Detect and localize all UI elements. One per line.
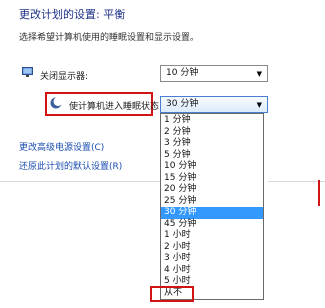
option-45-min[interactable]: 45 分钟	[161, 219, 263, 231]
chevron-down-icon: ▼	[256, 70, 262, 78]
display-off-value: 10 分钟	[166, 68, 199, 78]
option-25-min[interactable]: 25 分钟	[161, 196, 263, 208]
divider	[268, 181, 325, 182]
divider	[0, 181, 160, 182]
option-20-min[interactable]: 20 分钟	[161, 184, 263, 196]
never-highlight-box	[150, 286, 194, 302]
option-30-min[interactable]: 30 分钟	[161, 207, 263, 219]
option-2-min[interactable]: 2 分钟	[161, 127, 263, 139]
restore-defaults-link[interactable]: 还原此计划的默认设置(R)	[19, 159, 122, 172]
option-5-min[interactable]: 5 分钟	[161, 150, 263, 162]
chevron-down-icon: ▼	[256, 101, 262, 109]
moon-icon	[50, 97, 62, 109]
option-3-min[interactable]: 3 分钟	[161, 138, 263, 150]
sleep-label: 使计算机进入睡眠状态:	[69, 102, 163, 112]
sleep-value: 30 分钟	[166, 99, 199, 109]
option-1-hour[interactable]: 1 小时	[161, 230, 263, 242]
display-off-select[interactable]: 10 分钟 ▼	[160, 65, 268, 82]
option-10-min[interactable]: 10 分钟	[161, 161, 263, 173]
option-15-min[interactable]: 15 分钟	[161, 173, 263, 185]
sleep-select[interactable]: 30 分钟 ▼	[160, 96, 268, 113]
option-3-hour[interactable]: 3 小时	[161, 253, 263, 265]
sleep-dropdown-list[interactable]: 1 分钟 2 分钟 3 分钟 5 分钟 10 分钟 15 分钟 20 分钟 25…	[160, 113, 264, 300]
option-2-hour[interactable]: 2 小时	[161, 242, 263, 254]
display-off-label: 关闭显示器:	[40, 72, 89, 82]
monitor-icon	[22, 67, 33, 77]
page-title: 更改计划的设置: 平衡	[19, 8, 126, 21]
side-highlight-mark	[318, 180, 320, 206]
option-1-min[interactable]: 1 分钟	[161, 115, 263, 127]
advanced-power-settings-link[interactable]: 更改高级电源设置(C)	[19, 140, 104, 153]
option-4-hour[interactable]: 4 小时	[161, 265, 263, 277]
page-subtitle: 选择希望计算机使用的睡眠设置和显示设置。	[19, 33, 200, 43]
